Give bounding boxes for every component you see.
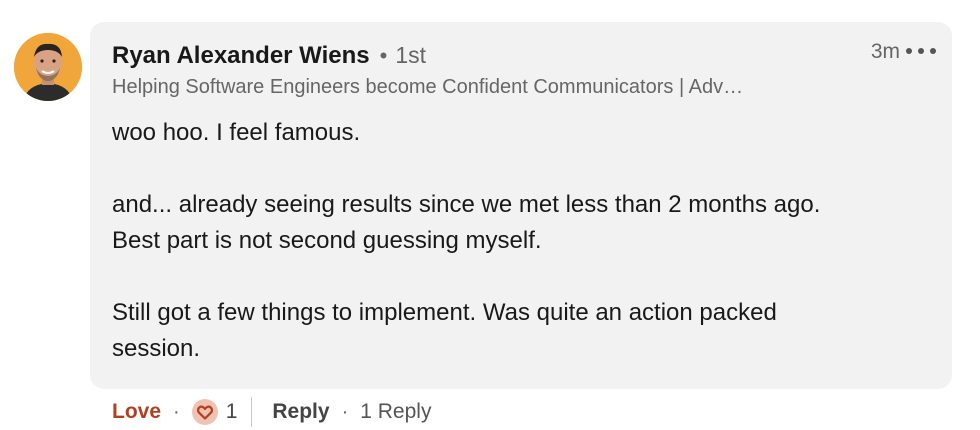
more-dot <box>906 48 912 54</box>
body-line: session. <box>112 335 201 362</box>
body-line: Still got a few things to implement. Was… <box>112 299 777 326</box>
reply-button[interactable]: Reply <box>272 400 329 424</box>
bullet-separator: • <box>379 43 388 68</box>
action-separator: · <box>341 400 349 423</box>
action-divider <box>251 397 253 427</box>
comment-timestamp: 3m <box>870 40 900 63</box>
comment-actions: Love · 1 Reply · 1 Reply <box>112 395 431 429</box>
heart-icon-glyph <box>196 405 213 420</box>
more-dot <box>918 48 924 54</box>
avatar-portrait <box>14 33 82 101</box>
reaction-count[interactable]: 1 <box>226 400 238 424</box>
comment-bubble: Ryan Alexander Wiens • 1st Helping Softw… <box>90 22 952 389</box>
body-line: and... already seeing results since we m… <box>112 191 821 218</box>
author-row: Ryan Alexander Wiens • 1st <box>112 42 426 70</box>
body-line: woo hoo. I feel famous. <box>112 119 361 146</box>
love-reaction-button[interactable]: Love <box>112 400 161 424</box>
more-options-icon[interactable] <box>906 38 936 64</box>
action-separator: · <box>173 400 180 423</box>
author-headline: Helping Software Engineers become Confid… <box>112 76 744 98</box>
comment-body: woo hoo. I feel famous. and... already s… <box>112 115 912 367</box>
connection-degree: 1st <box>395 42 427 68</box>
body-line: Best part is not second guessing myself. <box>112 227 542 254</box>
replies-count-link[interactable]: 1 Reply <box>360 400 431 424</box>
heart-icon[interactable] <box>191 399 218 425</box>
author-avatar[interactable] <box>14 33 82 101</box>
more-dot <box>930 48 936 54</box>
author-name[interactable]: Ryan Alexander Wiens <box>112 42 370 70</box>
